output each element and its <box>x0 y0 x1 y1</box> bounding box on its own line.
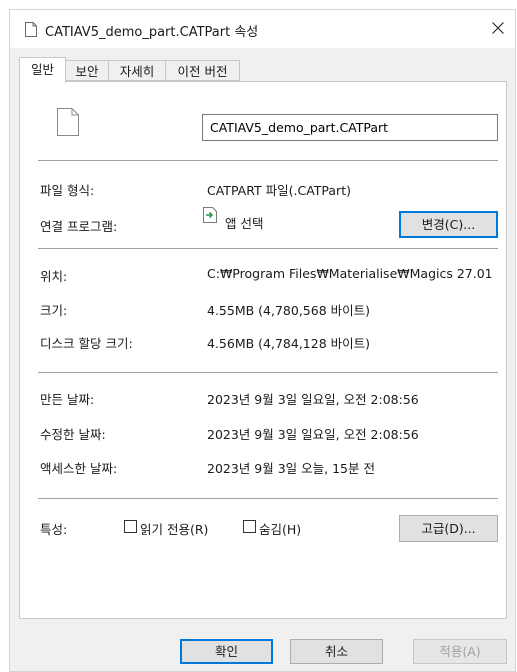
file-type-label: 파일 형식: <box>40 183 95 198</box>
properties-dialog: CATIAV5_demo_part.CATPart 속성 일반 보안 자세히 이… <box>9 9 516 672</box>
divider <box>38 372 498 373</box>
file-name-field[interactable] <box>202 114 498 141</box>
created-value: 2023년 9월 3일 일요일, 오전 2:08:56 <box>207 392 419 407</box>
close-icon <box>492 21 504 37</box>
divider <box>38 248 498 249</box>
opens-with-label: 연결 프로그램: <box>40 219 118 234</box>
opens-with-value: 앱 선택 <box>225 216 264 231</box>
tab-general[interactable]: 일반 <box>19 57 66 83</box>
apply-button[interactable]: 적용(A) <box>413 639 507 664</box>
accessed-label: 액세스한 날짜: <box>40 461 118 476</box>
general-panel: 파일 형식: CATPART 파일(.CATPart) 연결 프로그램: 앱 선… <box>19 81 507 619</box>
modified-value: 2023년 9월 3일 일요일, 오전 2:08:56 <box>207 427 419 442</box>
tab-details[interactable]: 자세히 <box>108 60 166 81</box>
change-button[interactable]: 변경(C)... <box>399 211 498 238</box>
file-type-value: CATPART 파일(.CATPart) <box>207 183 351 198</box>
app-select-icon <box>203 207 217 226</box>
divider <box>38 160 498 161</box>
cancel-button[interactable]: 취소 <box>290 639 383 664</box>
ok-button[interactable]: 확인 <box>180 639 273 664</box>
hidden-label: 숨김(H) <box>259 522 302 537</box>
file-icon <box>25 22 37 40</box>
size-on-disk-value: 4.56MB (4,784,128 바이트) <box>207 336 371 351</box>
title-bar: CATIAV5_demo_part.CATPart 속성 <box>10 10 515 48</box>
accessed-value: 2023년 9월 3일 오늘, 15분 전 <box>207 461 375 476</box>
location-value: C:₩Program Files₩Materialise₩Magics 27.0… <box>207 266 493 281</box>
location-label: 위치: <box>40 269 68 284</box>
tab-security[interactable]: 보안 <box>65 60 109 81</box>
file-icon <box>57 108 79 139</box>
modified-label: 수정한 날짜: <box>40 427 106 442</box>
attributes-label: 특성: <box>40 522 68 537</box>
close-button[interactable] <box>481 10 515 48</box>
size-on-disk-label: 디스크 할당 크기: <box>40 336 133 351</box>
readonly-checkbox[interactable] <box>124 520 137 533</box>
size-value: 4.55MB (4,780,568 바이트) <box>207 303 371 318</box>
divider <box>38 498 498 499</box>
hidden-checkbox[interactable] <box>243 520 256 533</box>
size-label: 크기: <box>40 303 68 318</box>
created-label: 만든 날짜: <box>40 392 95 407</box>
window-title: CATIAV5_demo_part.CATPart 속성 <box>45 25 259 40</box>
advanced-button[interactable]: 고급(D)... <box>399 515 498 542</box>
tab-previous-versions[interactable]: 이전 버전 <box>165 60 240 81</box>
readonly-label: 읽기 전용(R) <box>140 522 209 537</box>
